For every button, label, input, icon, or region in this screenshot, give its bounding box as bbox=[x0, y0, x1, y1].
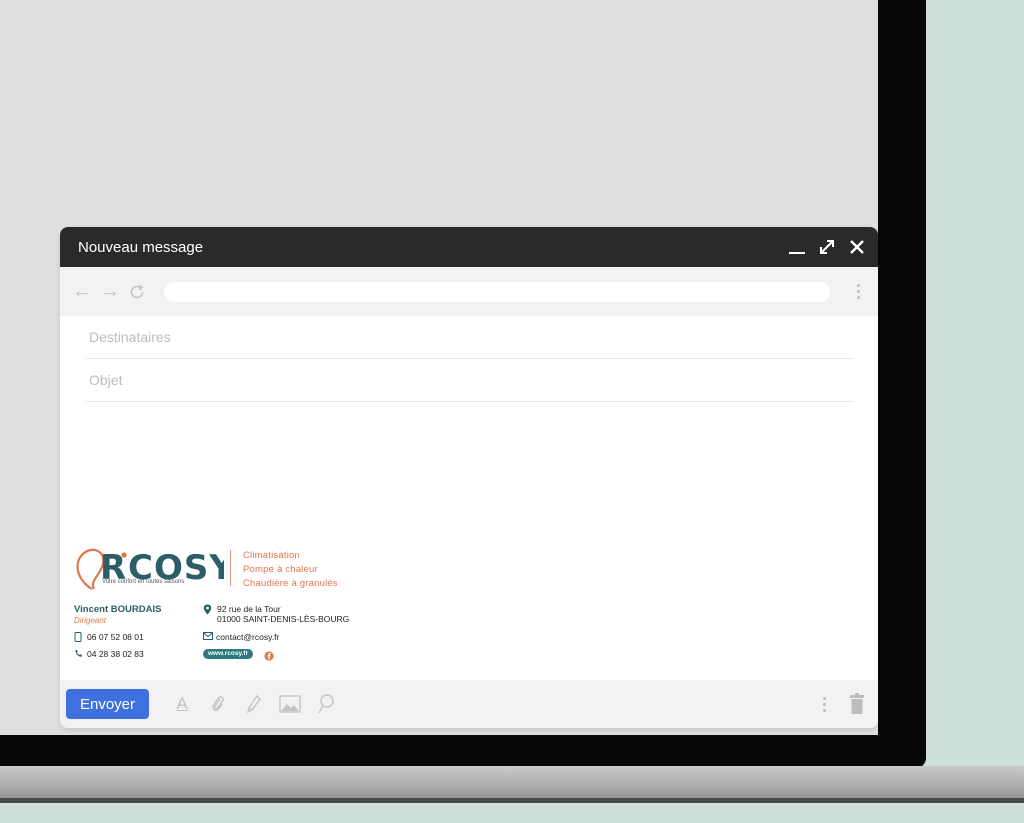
toolbar-right bbox=[806, 692, 868, 716]
compose-header: Nouveau message bbox=[60, 227, 878, 267]
more-vertical-icon[interactable] bbox=[816, 694, 832, 714]
expand-icon[interactable] bbox=[818, 238, 836, 256]
compose-toolbar: Envoyer A bbox=[60, 680, 878, 728]
more-vertical-icon[interactable] bbox=[850, 282, 866, 302]
email-signature: R COSY Votre confort en toutes saisons C… bbox=[74, 545, 434, 665]
email-line: contact@rcosy.fr bbox=[203, 632, 279, 642]
logo-tagline: Votre confort en toutes saisons bbox=[102, 579, 185, 585]
nav-bar: ← → bbox=[60, 267, 878, 316]
address-line2: 01000 SAINT-DENIS-LÈS-BOURG bbox=[217, 614, 350, 624]
phone-number: 04 28 38 02 83 bbox=[87, 649, 144, 659]
minimize-icon[interactable] bbox=[788, 238, 806, 256]
subject-input[interactable] bbox=[85, 372, 853, 388]
close-icon[interactable] bbox=[848, 238, 866, 256]
recipients-input[interactable] bbox=[85, 329, 853, 345]
signature-role: Dirigeant bbox=[74, 616, 107, 625]
location-pin-icon bbox=[203, 604, 212, 615]
mail-icon bbox=[203, 632, 213, 642]
signature-name: Vincent BOURDAIS bbox=[74, 604, 162, 615]
send-button[interactable]: Envoyer bbox=[66, 689, 149, 719]
services-list: Climatisation Pompe à chaleur Chaudière … bbox=[243, 549, 338, 591]
signature-divider bbox=[230, 550, 231, 586]
link-icon[interactable] bbox=[315, 692, 337, 716]
address-line1: 92 rue de la Tour bbox=[217, 604, 281, 614]
laptop-base bbox=[0, 766, 1024, 802]
rcosy-logo: R COSY Votre confort en toutes saisons bbox=[74, 545, 234, 593]
service-item: Chaudière à granulés bbox=[243, 578, 338, 589]
format-text-icon[interactable]: A bbox=[171, 692, 193, 716]
back-arrow-icon[interactable]: ← bbox=[72, 280, 92, 303]
trash-icon[interactable] bbox=[846, 692, 868, 716]
image-icon[interactable] bbox=[279, 692, 301, 716]
phone-icon bbox=[74, 649, 83, 659]
address-block: 92 rue de la Tour 01000 SAINT-DENIS-LÈS-… bbox=[203, 604, 349, 624]
recipients-field bbox=[85, 316, 853, 359]
service-item: Pompe à chaleur bbox=[243, 564, 318, 575]
compose-title: Nouveau message bbox=[78, 238, 204, 256]
website-link[interactable]: www.rcosy.fr bbox=[203, 649, 254, 659]
attach-icon[interactable] bbox=[207, 692, 229, 716]
window-controls bbox=[788, 238, 866, 256]
forward-arrow-icon[interactable]: → bbox=[100, 280, 120, 303]
url-field[interactable] bbox=[164, 281, 830, 302]
formatting-tools: A bbox=[171, 692, 337, 716]
pen-icon[interactable] bbox=[243, 692, 265, 716]
facebook-icon[interactable] bbox=[264, 648, 274, 661]
mobile-number: 06 07 52 08 01 bbox=[87, 632, 144, 642]
compose-window: Nouveau message ← → R bbox=[60, 227, 878, 728]
refresh-icon[interactable] bbox=[128, 283, 146, 301]
mobile-line: 06 07 52 08 01 bbox=[74, 632, 144, 642]
subject-field bbox=[85, 359, 853, 402]
service-item: Climatisation bbox=[243, 550, 300, 561]
email-address[interactable]: contact@rcosy.fr bbox=[216, 632, 279, 642]
laptop-base-edge bbox=[0, 798, 1024, 803]
mobile-phone-icon bbox=[74, 632, 83, 642]
phone-line: 04 28 38 02 83 bbox=[74, 649, 144, 659]
